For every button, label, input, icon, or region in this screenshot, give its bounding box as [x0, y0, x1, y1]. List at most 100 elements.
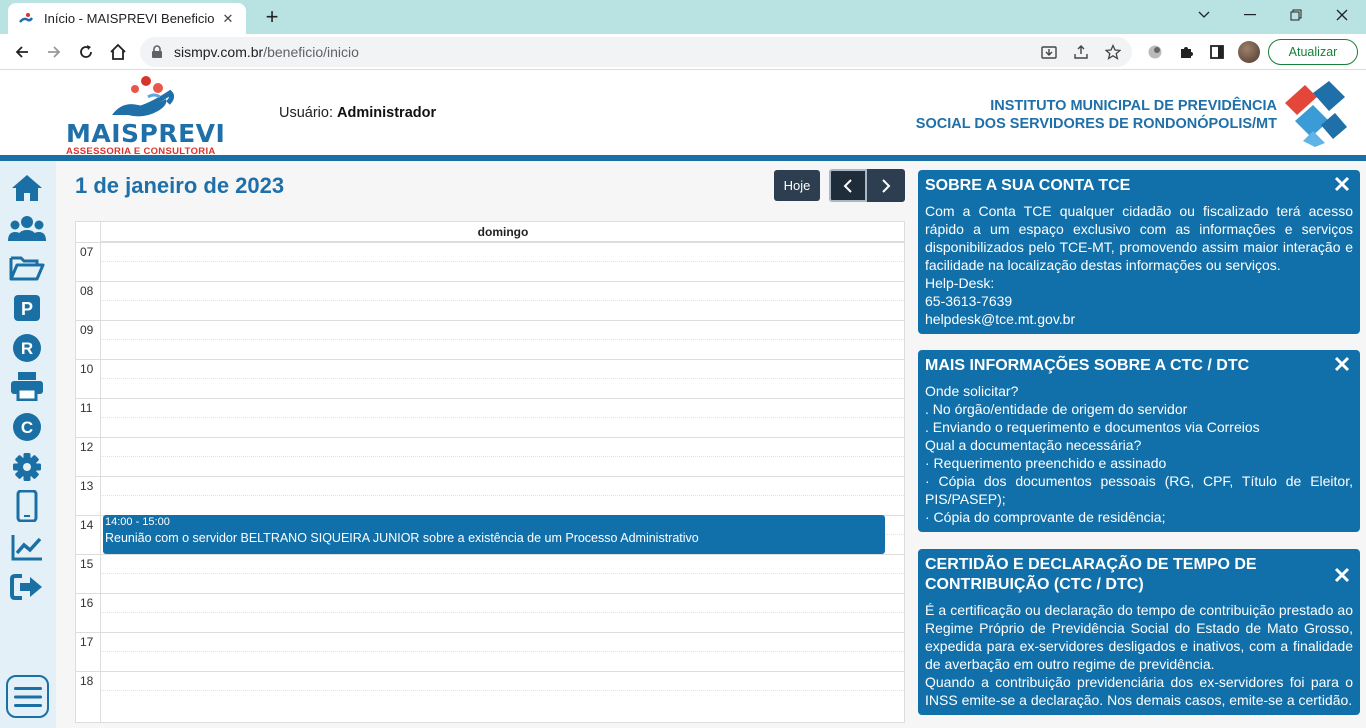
calendar-title: 1 de janeiro de 2023: [75, 173, 285, 198]
back-icon[interactable]: [8, 38, 36, 66]
info-panel: SOBRE A SUA CONTA TCE Com a Conta TCE qu…: [910, 161, 1366, 728]
hour-row[interactable]: 11: [76, 398, 904, 437]
c-letter-icon[interactable]: C: [8, 410, 46, 444]
hour-row[interactable]: 16: [76, 593, 904, 632]
card-text: Onde solicitar?: [925, 383, 1019, 399]
browser-tab[interactable]: Início - MAISPREVI Beneficio ✕: [8, 3, 246, 34]
hour-gridline: [76, 398, 904, 399]
hour-gridline: [76, 320, 904, 321]
card-text: Com a Conta TCE qualquer cidadão ou fisc…: [925, 203, 1353, 273]
hour-row[interactable]: 15: [76, 554, 904, 593]
event-title: Reunião com o servidor BELTRANO SIQUEIRA…: [105, 531, 699, 545]
half-hour-gridline: [100, 651, 904, 652]
event-time: 14:00 - 15:00: [105, 516, 170, 528]
card-body: É a certificação ou declaração do tempo …: [925, 601, 1353, 709]
close-window-icon[interactable]: [1319, 0, 1365, 30]
card-text: . No órgão/entidade de origem do servido…: [925, 401, 1188, 417]
card-text: Help-Desk:: [925, 275, 995, 291]
maisprevi-logo[interactable]: MAISPREVI ASSESSORIA E CONSULTORIA: [66, 75, 225, 157]
p-letter-icon[interactable]: P: [8, 291, 46, 325]
address-bar[interactable]: sismpv.com.br/beneficio/inicio: [140, 37, 1132, 67]
print-icon[interactable]: [8, 369, 46, 403]
svg-text:R: R: [21, 339, 33, 358]
day-header: domingo: [100, 222, 905, 242]
bookmark-star-icon[interactable]: [1104, 43, 1122, 61]
side-panel-icon[interactable]: [1208, 43, 1226, 61]
hour-row[interactable]: 07: [76, 242, 904, 281]
hour-gridline: [76, 281, 904, 282]
half-hour-gridline: [100, 495, 904, 496]
hour-row[interactable]: 13: [76, 476, 904, 515]
svg-text:P: P: [21, 299, 33, 319]
folder-open-icon[interactable]: [8, 251, 46, 285]
url-host: sismpv.com.br: [174, 44, 264, 60]
chevron-left-icon: [843, 178, 852, 193]
calendar-panel: 1 de janeiro de 2023 Hoje domingo 07 08 09…: [56, 161, 910, 728]
card-text: · Cópia do comprovante de residência;: [925, 509, 1166, 525]
institute-logo-icon: [1285, 81, 1347, 147]
tab-close-icon[interactable]: ✕: [220, 11, 236, 27]
users-icon[interactable]: [8, 211, 46, 245]
hour-row[interactable]: 12: [76, 437, 904, 476]
prev-day-button[interactable]: [829, 169, 867, 202]
gear-icon[interactable]: [8, 450, 46, 484]
extensions-puzzle-icon[interactable]: [1177, 43, 1195, 61]
extension-globe-icon[interactable]: [1146, 43, 1164, 61]
close-icon[interactable]: [1334, 176, 1350, 192]
hour-row[interactable]: 18: [76, 671, 904, 710]
install-icon[interactable]: [1040, 43, 1058, 61]
minimize-icon[interactable]: [1227, 0, 1273, 30]
card-title: CERTIDÃO E DECLARAÇÃO DE TEMPO DE CONTRI…: [925, 556, 1257, 593]
hour-label: 14: [80, 518, 94, 532]
card-text: . Enviando o requerimento e documentos v…: [925, 419, 1260, 435]
mobile-icon[interactable]: [8, 489, 46, 523]
half-hour-gridline: [100, 456, 904, 457]
hour-row[interactable]: 10: [76, 359, 904, 398]
url-path: /beneficio/inicio: [263, 44, 359, 60]
profile-avatar[interactable]: [1238, 41, 1260, 63]
lock-icon: [152, 45, 162, 58]
reload-icon[interactable]: [72, 38, 100, 66]
browser-toolbar: sismpv.com.br/beneficio/inicio Atualizar: [0, 34, 1366, 70]
hour-gridline: [76, 554, 904, 555]
hour-gridline: [76, 242, 904, 243]
hour-row[interactable]: 09: [76, 320, 904, 359]
close-icon[interactable]: [1334, 567, 1350, 583]
tab-search-icon[interactable]: [1181, 0, 1227, 30]
hour-label: 11: [80, 401, 93, 415]
menu-toggle-button[interactable]: [6, 675, 49, 718]
today-button[interactable]: Hoje: [774, 170, 820, 201]
half-hour-gridline: [100, 339, 904, 340]
next-day-button[interactable]: [867, 169, 905, 202]
close-icon[interactable]: [1334, 356, 1350, 372]
info-card-certidao: CERTIDÃO E DECLARAÇÃO DE TEMPO DE CONTRI…: [918, 549, 1360, 715]
hour-label: 10: [80, 362, 94, 376]
half-hour-gridline: [100, 612, 904, 613]
hour-label: 15: [80, 557, 94, 571]
forward-icon[interactable]: [40, 38, 68, 66]
user-name: Administrador: [337, 105, 437, 121]
logo-hands-icon: [112, 76, 175, 117]
card-body: Com a Conta TCE qualquer cidadão ou fisc…: [925, 202, 1353, 328]
restore-icon[interactable]: [1273, 0, 1319, 30]
new-tab-icon[interactable]: +: [260, 5, 284, 29]
update-button[interactable]: Atualizar: [1268, 39, 1358, 65]
home-browser-icon[interactable]: [104, 38, 132, 66]
sign-out-icon[interactable]: [8, 570, 46, 604]
r-letter-icon[interactable]: R: [8, 331, 46, 365]
chart-line-icon[interactable]: [8, 530, 46, 564]
hour-label: 18: [80, 674, 94, 688]
hour-gridline: [76, 359, 904, 360]
tab-title: Início - MAISPREVI Beneficio: [44, 11, 215, 26]
hour-row[interactable]: 08: [76, 281, 904, 320]
user-prefix: Usuário:: [279, 105, 333, 121]
calendar-event[interactable]: 14:00 - 15:00 Reunião com o servidor BEL…: [103, 515, 885, 554]
card-text: Quando a contribuição previdenciária dos…: [925, 674, 1353, 708]
half-hour-gridline: [100, 300, 904, 301]
share-icon[interactable]: [1072, 43, 1090, 61]
home-icon[interactable]: [8, 171, 46, 205]
hour-label: 08: [80, 284, 94, 298]
hour-gridline: [76, 671, 904, 672]
card-title: SOBRE A SUA CONTA TCE: [925, 177, 1131, 194]
hour-row[interactable]: 17: [76, 632, 904, 671]
